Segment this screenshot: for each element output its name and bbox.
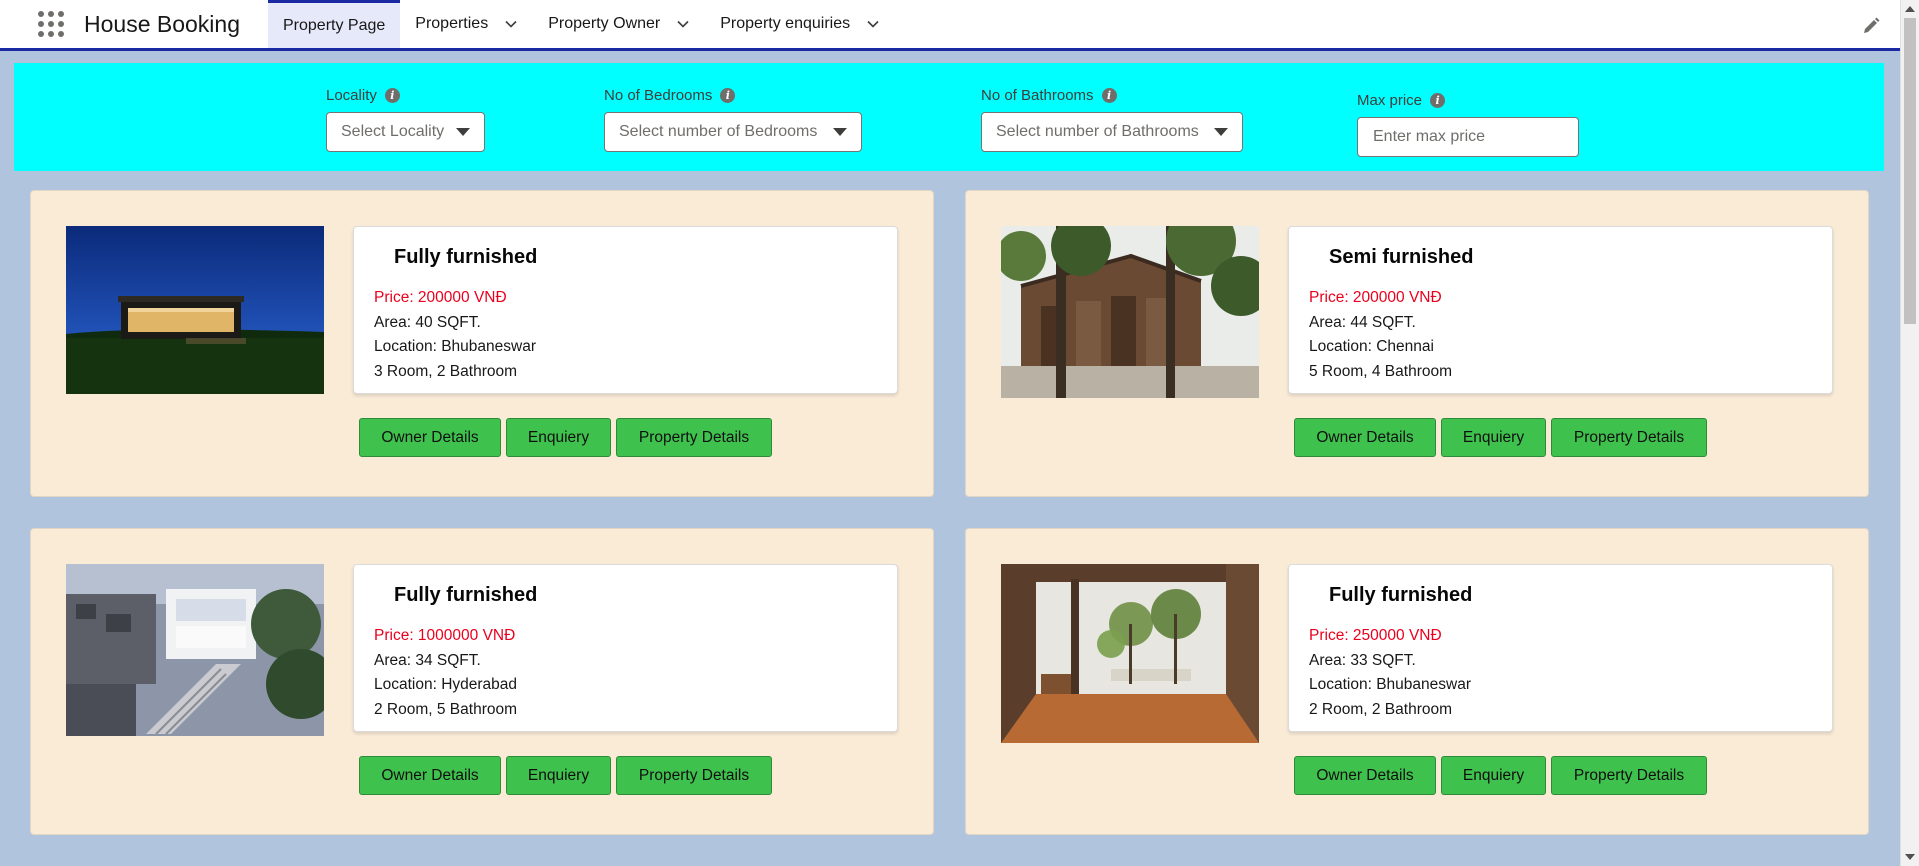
info-icon[interactable]: i — [1101, 87, 1117, 103]
property-image — [66, 226, 324, 394]
locality-filter: Locality i Select Locality — [326, 84, 485, 152]
property-image — [66, 564, 324, 736]
scroll-up-arrow-icon[interactable] — [1905, 6, 1915, 12]
bedrooms-select[interactable]: Select number of Bedrooms — [604, 112, 862, 152]
bathrooms-select[interactable]: Select number of Bathrooms — [981, 112, 1243, 152]
nav-tab-label: Property Owner — [548, 15, 661, 32]
property-details-button[interactable]: Property Details — [616, 756, 772, 795]
price-text: Price: 250000 VNĐ — [1309, 627, 1442, 644]
info-icon[interactable]: i — [1430, 92, 1446, 108]
locality-label: Locality — [326, 86, 377, 104]
property-details-button[interactable]: Property Details — [616, 418, 772, 457]
bedrooms-select-value: Select number of Bedrooms — [619, 123, 818, 140]
property-card: Semi furnished Price: 200000 VNĐ Area: 4… — [965, 190, 1869, 497]
chevron-down-icon[interactable] — [676, 17, 690, 31]
location-text: Location: Hyderabad — [374, 676, 518, 693]
nav-tab-label: Properties — [415, 15, 489, 32]
rooms-text: 2 Room, 2 Bathroom — [1309, 700, 1453, 718]
enquiry-button[interactable]: Enquiery — [1441, 418, 1546, 457]
property-image — [1001, 226, 1259, 398]
location-text: Location: Bhubaneswar — [1309, 676, 1472, 693]
owner-details-button[interactable]: Owner Details — [359, 418, 501, 457]
chevron-down-icon[interactable] — [504, 17, 518, 31]
property-card: Fully furnished Price: 200000 VNĐ Area: … — [30, 190, 934, 497]
owner-details-button[interactable]: Owner Details — [359, 756, 501, 795]
filter-bar: Locality i Select Locality No of Bedroom… — [14, 63, 1884, 171]
property-card: Fully furnished Price: 1000000 VNĐ Area:… — [30, 528, 934, 835]
app-name: House Booking — [84, 10, 240, 37]
area-text: Area: 34 SQFT. — [374, 651, 481, 669]
caret-down-icon — [833, 128, 847, 136]
furnishing-title: Fully furnished — [394, 584, 538, 606]
rooms-text: 3 Room, 2 Bathroom — [374, 362, 518, 380]
area-text: Area: 40 SQFT. — [374, 313, 481, 331]
owner-details-button[interactable]: Owner Details — [1294, 756, 1436, 795]
owner-details-button[interactable]: Owner Details — [1294, 418, 1436, 457]
bedrooms-label: No of Bedrooms — [604, 86, 713, 104]
property-info: Fully furnished Price: 200000 VNĐ Area: … — [353, 226, 898, 394]
nav-tab-property-enquiries[interactable]: Property enquiries — [705, 0, 895, 48]
area-text: Area: 44 SQFT. — [1309, 313, 1416, 331]
property-info: Fully furnished Price: 250000 VNĐ Area: … — [1288, 564, 1833, 732]
max-price-label: Max price — [1357, 91, 1423, 109]
scroll-thumb[interactable] — [1904, 18, 1916, 324]
bathrooms-label: No of Bathrooms — [981, 86, 1094, 104]
location-text: Location: Bhubaneswar — [374, 338, 537, 355]
property-card: Fully furnished Price: 250000 VNĐ Area: … — [965, 528, 1869, 835]
area-text: Area: 33 SQFT. — [1309, 651, 1416, 669]
bathrooms-filter: No of Bathrooms i Select number of Bathr… — [981, 84, 1243, 152]
info-icon[interactable]: i — [720, 87, 736, 103]
global-header: House Booking Property Page Properties P… — [0, 0, 1900, 51]
price-text: Price: 200000 VNĐ — [1309, 289, 1442, 306]
rooms-text: 5 Room, 4 Bathroom — [1309, 362, 1453, 380]
info-icon[interactable]: i — [384, 87, 400, 103]
rooms-text: 2 Room, 5 Bathroom — [374, 700, 518, 718]
chevron-down-icon[interactable] — [866, 17, 880, 31]
locality-select-value: Select Locality — [341, 123, 445, 140]
max-price-filter: Max price i — [1357, 89, 1579, 157]
caret-down-icon — [456, 128, 470, 136]
pencil-edit-icon[interactable] — [1862, 17, 1880, 35]
enquiry-button[interactable]: Enquiery — [1441, 756, 1546, 795]
app-launcher-icon[interactable] — [36, 9, 66, 39]
price-text: Price: 200000 VNĐ — [374, 289, 507, 306]
scroll-down-arrow-icon[interactable] — [1905, 854, 1915, 860]
property-details-button[interactable]: Property Details — [1551, 418, 1707, 457]
page-scrollbar[interactable] — [1900, 0, 1919, 866]
caret-down-icon — [1214, 128, 1228, 136]
max-price-input[interactable] — [1357, 117, 1579, 157]
nav-tab-label: Property enquiries — [720, 15, 851, 32]
bedrooms-filter: No of Bedrooms i Select number of Bedroo… — [604, 84, 862, 152]
price-text: Price: 1000000 VNĐ — [374, 627, 516, 644]
nav-tab-property-owner[interactable]: Property Owner — [533, 0, 705, 48]
nav-tab-property-page[interactable]: Property Page — [268, 0, 401, 48]
locality-select[interactable]: Select Locality — [326, 112, 485, 152]
furnishing-title: Fully furnished — [394, 246, 538, 268]
property-image — [1001, 564, 1259, 743]
property-info: Fully furnished Price: 1000000 VNĐ Area:… — [353, 564, 898, 732]
furnishing-title: Semi furnished — [1329, 246, 1474, 268]
bathrooms-select-value: Select number of Bathrooms — [996, 123, 1199, 140]
furnishing-title: Fully furnished — [1329, 584, 1473, 606]
property-info: Semi furnished Price: 200000 VNĐ Area: 4… — [1288, 226, 1833, 394]
enquiry-button[interactable]: Enquiery — [506, 756, 611, 795]
nav-tab-properties[interactable]: Properties — [400, 0, 533, 48]
property-details-button[interactable]: Property Details — [1551, 756, 1707, 795]
enquiry-button[interactable]: Enquiery — [506, 418, 611, 457]
nav-tab-label: Property Page — [283, 16, 386, 34]
location-text: Location: Chennai — [1309, 338, 1434, 355]
